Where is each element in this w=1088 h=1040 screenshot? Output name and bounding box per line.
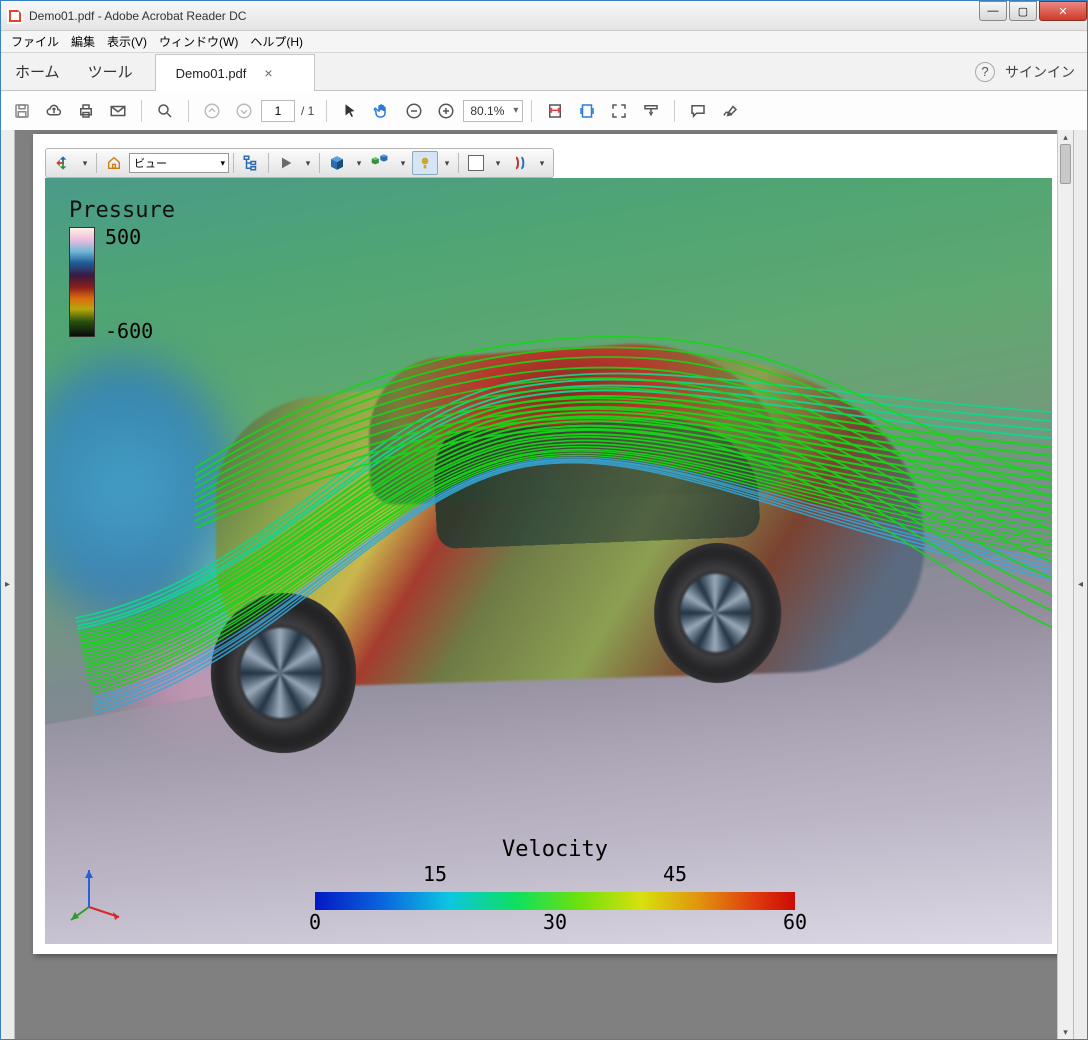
titlebar: Demo01.pdf - Adobe Acrobat Reader DC — ▢… [1, 1, 1087, 31]
separator [531, 100, 532, 122]
left-panel-toggle[interactable]: ▸ [1, 130, 15, 1039]
fit-width-icon[interactable] [540, 96, 570, 126]
page-number-input[interactable] [261, 100, 295, 122]
main-toolbar: / 1 80.1% [1, 91, 1087, 131]
pressure-min: -600 [105, 319, 153, 343]
velocity-colorbar [315, 892, 795, 910]
acrobat-app-icon [7, 8, 23, 24]
pressure-colorbar [69, 227, 95, 337]
3d-cubes-icon[interactable] [368, 151, 394, 175]
tab-home[interactable]: ホーム [1, 61, 74, 82]
search-icon[interactable] [150, 96, 180, 126]
hand-tool-icon[interactable] [367, 96, 397, 126]
pressure-legend: Pressure 500 -600 [69, 198, 175, 337]
zoom-in-icon[interactable] [431, 96, 461, 126]
tab-close-icon[interactable]: × [264, 65, 272, 81]
3d-view-select[interactable]: ビュー [129, 153, 229, 173]
maximize-button[interactable]: ▢ [1009, 1, 1037, 21]
fullscreen-icon[interactable] [604, 96, 634, 126]
zoom-value: 80.1% [470, 104, 504, 118]
page-total-label: / 1 [301, 104, 314, 118]
axes-triad [69, 862, 129, 922]
menu-view[interactable]: 表示(V) [101, 31, 153, 52]
page-up-icon[interactable] [197, 96, 227, 126]
3d-section-icon[interactable] [507, 151, 533, 175]
sign-icon[interactable] [715, 96, 745, 126]
menu-window[interactable]: ウィンドウ(W) [153, 31, 244, 52]
document-viewport[interactable]: ▾ ビュー ▾ ▾ ▾ ▾ ▾ ▾ [15, 130, 1073, 1039]
velocity-title: Velocity [295, 837, 815, 862]
scrollbar-thumb[interactable] [1060, 144, 1071, 184]
close-button[interactable]: ✕ [1039, 1, 1087, 21]
comment-icon[interactable] [683, 96, 713, 126]
zoom-select[interactable]: 80.1% [463, 100, 523, 122]
3d-toolbar: ▾ ビュー ▾ ▾ ▾ ▾ ▾ ▾ [45, 148, 554, 178]
velocity-legend: Velocity 15 45 0 30 60 [295, 837, 815, 932]
velocity-tick: 15 [423, 862, 447, 886]
window-controls: — ▢ ✕ [977, 1, 1087, 30]
3d-bgcolor-swatch[interactable] [463, 151, 489, 175]
tab-tools[interactable]: ツール [74, 61, 147, 82]
pressure-title: Pressure [69, 198, 175, 223]
3d-rotate-icon[interactable] [50, 151, 76, 175]
page-down-icon[interactable] [229, 96, 259, 126]
3d-bgcolor-dropdown[interactable]: ▾ [491, 151, 505, 175]
3d-lighting-icon[interactable] [412, 151, 438, 175]
velocity-tick: 60 [783, 910, 807, 934]
pdf-page: ▾ ビュー ▾ ▾ ▾ ▾ ▾ ▾ [33, 134, 1064, 954]
cloud-icon[interactable] [39, 96, 69, 126]
3d-cube-dropdown[interactable]: ▾ [352, 151, 366, 175]
document-area: ▸ ▾ ビュー ▾ ▾ ▾ ▾ [1, 130, 1087, 1039]
tabbar: ホーム ツール Demo01.pdf × ? サインイン [1, 53, 1087, 91]
separator [188, 100, 189, 122]
3d-rotate-dropdown[interactable]: ▾ [78, 151, 92, 175]
print-icon[interactable] [71, 96, 101, 126]
menu-file[interactable]: ファイル [5, 31, 65, 52]
tab-document[interactable]: Demo01.pdf × [155, 54, 315, 91]
velocity-tick: 30 [543, 910, 567, 934]
minimize-button[interactable]: — [979, 1, 1007, 21]
separator [674, 100, 675, 122]
3d-section-dropdown[interactable]: ▾ [535, 151, 549, 175]
menu-edit[interactable]: 編集 [65, 31, 101, 52]
3d-cubes-dropdown[interactable]: ▾ [396, 151, 410, 175]
select-tool-icon[interactable] [335, 96, 365, 126]
3d-model-tree-icon[interactable] [238, 151, 264, 175]
pressure-max: 500 [105, 225, 141, 249]
3d-home-icon[interactable] [101, 151, 127, 175]
tab-document-label: Demo01.pdf [176, 66, 247, 81]
signin-link[interactable]: サインイン [1005, 62, 1075, 82]
menubar: ファイル 編集 表示(V) ウィンドウ(W) ヘルプ(H) [1, 31, 1087, 53]
3d-cube-icon[interactable] [324, 151, 350, 175]
3d-lighting-dropdown[interactable]: ▾ [440, 151, 454, 175]
3d-simulation-view[interactable]: Pressure 500 -600 Velocity 15 45 [45, 178, 1052, 944]
menu-help[interactable]: ヘルプ(H) [244, 31, 309, 52]
window-title: Demo01.pdf - Adobe Acrobat Reader DC [29, 9, 977, 23]
3d-play-dropdown[interactable]: ▾ [301, 151, 315, 175]
velocity-tick: 45 [663, 862, 687, 886]
save-icon[interactable] [7, 96, 37, 126]
mail-icon[interactable] [103, 96, 133, 126]
separator [141, 100, 142, 122]
streamlines [45, 178, 1052, 944]
velocity-tick: 0 [309, 910, 321, 934]
fit-page-icon[interactable] [572, 96, 602, 126]
zoom-out-icon[interactable] [399, 96, 429, 126]
help-icon[interactable]: ? [975, 62, 995, 82]
3d-play-icon[interactable] [273, 151, 299, 175]
separator [326, 100, 327, 122]
vertical-scrollbar[interactable]: ▴ ▾ [1057, 130, 1073, 1039]
read-mode-icon[interactable] [636, 96, 666, 126]
right-panel-toggle[interactable]: ◂ [1073, 130, 1087, 1039]
